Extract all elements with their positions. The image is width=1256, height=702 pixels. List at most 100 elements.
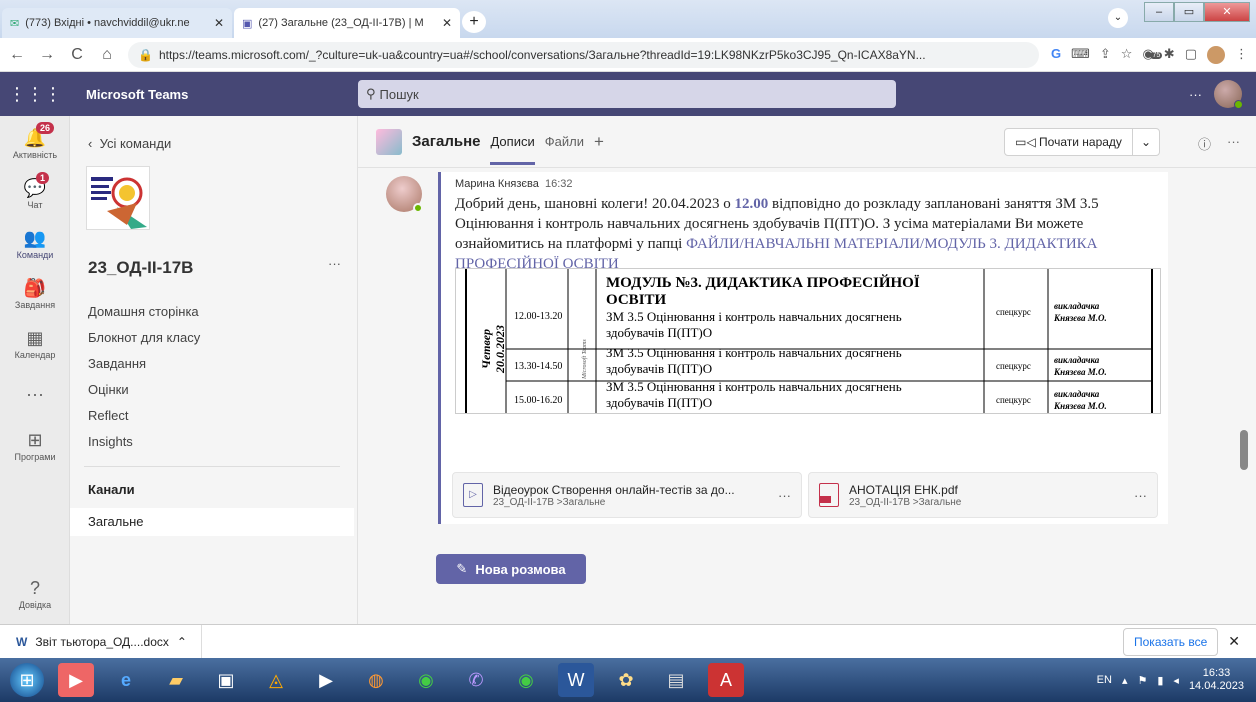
attachment-pdf[interactable]: АНОТАЦІЯ ЕНК.pdf 23_ОД-ІІ-17В >Загальне …: [808, 472, 1158, 518]
start-button[interactable]: ⊞: [10, 663, 44, 697]
paint-icon[interactable]: ✿: [608, 663, 644, 697]
info-icon[interactable]: ⓘ: [1198, 134, 1211, 153]
tray-arrow-icon[interactable]: ▴: [1122, 674, 1128, 687]
attachment-more-button[interactable]: ···: [778, 488, 791, 503]
word-icon[interactable]: W: [558, 663, 594, 697]
meet-dropdown-icon[interactable]: ⌄: [1133, 135, 1159, 149]
close-tab-icon[interactable]: ✕: [442, 16, 452, 30]
channel-general[interactable]: Загальне: [70, 508, 354, 536]
nav-notebook[interactable]: Блокнот для класу: [88, 330, 200, 345]
video-icon: ▭◁: [1015, 135, 1036, 149]
browser-tab-teams[interactable]: ▣ (27) Загальне (23_ОД-ІІ-17В) | М ✕: [234, 8, 460, 38]
all-teams-label: Усі команди: [99, 136, 172, 151]
all-teams-link[interactable]: ‹ Усі команди: [88, 136, 171, 151]
acrobat-icon[interactable]: A: [708, 663, 744, 697]
rail-chat[interactable]: 💬 1 Чат: [0, 172, 70, 210]
rail-teams[interactable]: 👥 Команди: [0, 226, 70, 260]
minimize-button[interactable]: –: [1144, 2, 1174, 22]
calculator-icon[interactable]: ▤: [658, 663, 694, 697]
nav-grades[interactable]: Оцінки: [88, 382, 129, 397]
extension-badge-icon[interactable]: ◉ 75: [1142, 46, 1163, 64]
nav-assignments[interactable]: Завдання: [88, 356, 146, 371]
meet-button[interactable]: ▭◁ Почати нараду ⌄: [1004, 128, 1160, 156]
nav-insights[interactable]: Insights: [88, 434, 133, 449]
lock-icon: 🔒: [138, 47, 153, 62]
profile-avatar[interactable]: [1207, 45, 1225, 64]
channel-more-button[interactable]: ···: [1227, 134, 1240, 153]
menu-icon[interactable]: ⋮: [1235, 46, 1248, 64]
search-input[interactable]: ⚲ Пошук: [358, 80, 896, 108]
clock[interactable]: 16:33 14.04.2023: [1189, 667, 1244, 693]
attachment-video[interactable]: ▷ Відеоурок Створення онлайн-тестів за д…: [452, 472, 802, 518]
post-text: Добрий день, шановні колеги! 20.04.2023 …: [455, 196, 1099, 272]
user-avatar[interactable]: [1214, 80, 1243, 109]
nav-reflect[interactable]: Reflect: [88, 408, 128, 423]
volume-icon[interactable]: ◂: [1173, 674, 1179, 687]
system-tray: EN ▴ ⚑ ▮ ◂ 16:33 14.04.2023: [1097, 667, 1256, 693]
more-options-button[interactable]: ···: [1189, 87, 1202, 102]
rail-assignments[interactable]: 🎒 Завдання: [0, 276, 70, 310]
tab-posts[interactable]: Дописи: [490, 118, 535, 165]
save-disk-icon[interactable]: ▣: [208, 663, 244, 697]
channel-name: Загальне: [412, 133, 481, 150]
star-icon[interactable]: ☆: [1121, 46, 1133, 64]
media-player-icon[interactable]: ▶: [58, 663, 94, 697]
app-launcher-icon[interactable]: ⋮⋮⋮: [0, 84, 70, 105]
puzzle-icon[interactable]: ✱: [1164, 46, 1175, 64]
chevron-up-icon[interactable]: ⌃: [177, 635, 187, 649]
clock-time: 16:33: [1202, 667, 1231, 679]
maximize-button[interactable]: ▭: [1174, 2, 1204, 22]
new-tab-button[interactable]: +: [462, 11, 486, 33]
firefox-icon[interactable]: ◍: [358, 663, 394, 697]
forward-arrow-icon[interactable]: →: [38, 46, 56, 64]
flag-icon[interactable]: ⚑: [1137, 674, 1147, 687]
language-indicator[interactable]: EN: [1097, 674, 1112, 686]
attachment-path: 23_ОД-ІІ-17В >Загальне: [849, 496, 962, 508]
show-all-button[interactable]: Показать все: [1123, 627, 1219, 656]
schedule-time-1: 12.00-13.20: [514, 311, 562, 322]
schedule-time-2: 13.30-14.50: [514, 361, 562, 372]
alert-icon[interactable]: ◬: [258, 663, 294, 697]
tab-search-icon[interactable]: ⌄: [1108, 8, 1128, 28]
address-bar-row: ← → C ⌂ 🔒 https://teams.microsoft.com/_?…: [0, 38, 1256, 72]
tab-files[interactable]: Файли: [545, 118, 584, 165]
url-field[interactable]: 🔒 https://teams.microsoft.com/_?culture=…: [128, 41, 1039, 68]
rail-apps[interactable]: ⊞ Програми: [0, 428, 70, 462]
author-avatar[interactable]: [386, 176, 423, 213]
channels-header[interactable]: Канали: [88, 482, 135, 497]
downloads-bar: W Звіт тьютора_ОД....docx ⌃ Показать все…: [0, 624, 1256, 659]
new-conversation-button[interactable]: ✎ Нова розмова: [436, 554, 586, 584]
close-downloads-icon[interactable]: ✕: [1228, 633, 1240, 650]
google-icon[interactable]: G: [1051, 46, 1061, 64]
browser-tab-mail[interactable]: ✉ (773) Вхідні • navchviddil@ukr.ne ✕: [2, 8, 232, 38]
chrome-profile-icon[interactable]: ◉: [508, 663, 544, 697]
close-tab-icon[interactable]: ✕: [214, 16, 224, 30]
team-more-button[interactable]: ···: [328, 256, 341, 271]
chrome-icon[interactable]: ◉: [408, 663, 444, 697]
attachment-more-button[interactable]: ···: [1134, 488, 1147, 503]
close-window-button[interactable]: ✕: [1204, 2, 1250, 22]
scrollbar-thumb[interactable]: [1240, 430, 1248, 470]
schedule-time-3: 15.00-16.20: [514, 395, 562, 406]
rail-help[interactable]: ? Довідка: [0, 576, 70, 610]
schedule-day: Четвер: [479, 329, 493, 369]
folder-icon[interactable]: ▰: [158, 663, 194, 697]
translate-icon[interactable]: ⌨: [1071, 46, 1090, 64]
rail-more[interactable]: ···: [0, 382, 70, 406]
share-icon[interactable]: ⇪: [1100, 46, 1111, 64]
download-item[interactable]: W Звіт тьютора_ОД....docx ⌃: [16, 624, 202, 659]
network-icon[interactable]: ▮: [1157, 674, 1163, 687]
rail-activity[interactable]: 🔔 26 Активність: [0, 122, 70, 160]
window-controls: – ▭ ✕: [1144, 2, 1250, 22]
viber-icon[interactable]: ✆: [458, 663, 494, 697]
back-arrow-icon[interactable]: ←: [8, 46, 26, 64]
sidepanel-icon[interactable]: ▢: [1185, 46, 1197, 64]
ie-icon[interactable]: e: [108, 663, 144, 697]
reload-icon[interactable]: C: [68, 46, 86, 64]
play-icon[interactable]: ▶: [308, 663, 344, 697]
home-icon[interactable]: ⌂: [98, 46, 116, 64]
rail-calendar[interactable]: ▦ Календар: [0, 326, 70, 360]
tab-title: (27) Загальне (23_ОД-ІІ-17В) | М: [258, 17, 424, 29]
nav-home[interactable]: Домашня сторінка: [88, 304, 199, 319]
add-tab-button[interactable]: +: [594, 116, 604, 168]
